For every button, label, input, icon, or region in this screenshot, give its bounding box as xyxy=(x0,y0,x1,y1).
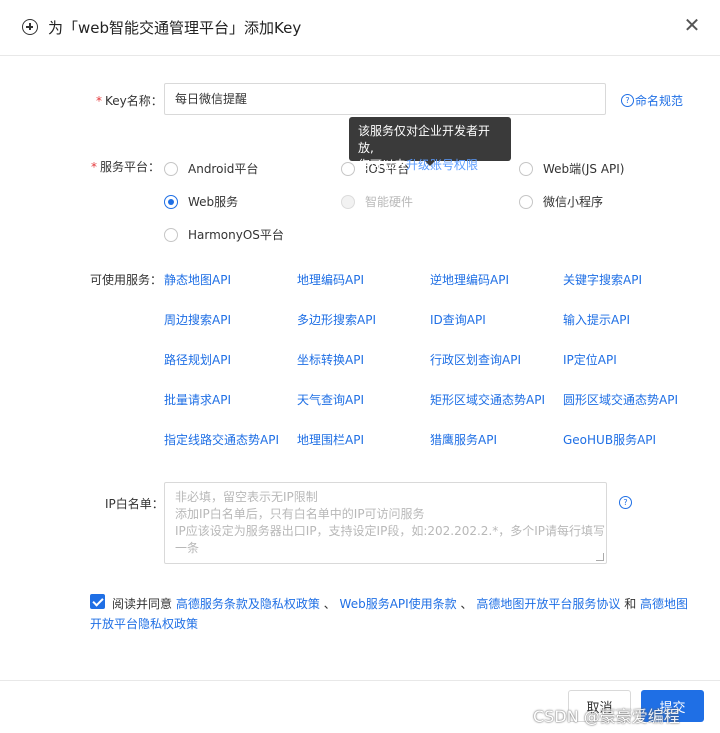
required-mark: * xyxy=(96,94,102,108)
radio-label: 微信小程序 xyxy=(543,195,604,209)
placeholder-line: 非必填，留空表示无IP限制 xyxy=(175,490,318,504)
services-label: 可使用服务： xyxy=(90,273,163,287)
service-link[interactable]: 静态地图API xyxy=(164,271,231,288)
agreement-text: 阅读并同意 高德服务条款及隐私权政策 、 Web服务API使用条款 、 高德地图… xyxy=(90,594,690,634)
radio-circle xyxy=(341,194,355,209)
upgrade-account-link[interactable]: 升级账号权限 xyxy=(406,158,478,172)
web-api-terms-link[interactable]: Web服务API使用条款 xyxy=(340,597,457,611)
service-link[interactable]: 路径规划API xyxy=(164,351,231,368)
platform-label-text: 服务平台： xyxy=(100,160,161,174)
radio-circle[interactable] xyxy=(519,161,533,176)
radio-web-js[interactable]: Web端(JS API) xyxy=(519,160,624,177)
service-link[interactable]: 逆地理编码API xyxy=(430,271,509,288)
watermark-text: CSDN @豪豪爱编程 xyxy=(533,707,680,726)
placeholder-line: 添加IP白名单后，只有白名单中的IP可访问服务 xyxy=(175,507,425,521)
tooltip-line1: 该服务仅对企业开发者开放, xyxy=(358,124,491,155)
separator: 、 xyxy=(323,597,336,611)
help-icon[interactable]: ? xyxy=(621,94,634,107)
help-icon[interactable]: ? xyxy=(619,496,632,509)
placeholder-line: IP应该设定为服务器出口IP，支持设定IP段，如:202.202.2.*，多个I… xyxy=(175,524,606,538)
radio-circle[interactable] xyxy=(164,227,178,242)
radio-label: HarmonyOS平台 xyxy=(188,228,284,242)
radio-web-service[interactable]: Web服务 xyxy=(164,193,238,210)
radio-wechat-miniprogram[interactable]: 微信小程序 xyxy=(519,193,603,210)
ip-whitelist-textarea[interactable]: 非必填，留空表示无IP限制 添加IP白名单后，只有白名单中的IP可访问服务 IP… xyxy=(164,482,607,564)
service-link[interactable]: 关键字搜索API xyxy=(563,271,642,288)
service-link[interactable]: 输入提示API xyxy=(563,311,630,328)
service-link[interactable]: 指定线路交通态势API xyxy=(164,431,279,448)
radio-harmonyos[interactable]: HarmonyOS平台 xyxy=(164,226,284,243)
resize-handle[interactable] xyxy=(596,553,604,561)
service-link[interactable]: 猎鹰服务API xyxy=(430,431,497,448)
service-link[interactable]: 坐标转换API xyxy=(297,351,364,368)
radio-label: Web端(JS API) xyxy=(543,162,625,176)
ip-whitelist-label: IP白名单： xyxy=(105,497,164,511)
service-link[interactable]: 批量请求API xyxy=(164,391,231,408)
agreement-prefix: 阅读并同意 xyxy=(112,597,173,611)
radio-label: 智能硬件 xyxy=(365,195,414,209)
key-name-label-text: Key名称： xyxy=(105,94,163,108)
service-link[interactable]: 周边搜索API xyxy=(164,311,231,328)
platform-service-agreement-link[interactable]: 高德地图开放平台服务协议 xyxy=(476,597,620,611)
radio-smart-hardware: 智能硬件 xyxy=(341,193,413,210)
service-link[interactable]: 矩形区域交通态势API xyxy=(430,391,545,408)
service-link[interactable]: 天气查询API xyxy=(297,391,364,408)
and-text: 和 xyxy=(624,597,637,611)
key-name-label: * Key名称： xyxy=(96,92,163,109)
radio-label: Android平台 xyxy=(188,162,259,176)
service-link[interactable]: GeoHUB服务API xyxy=(563,431,656,448)
separator: 、 xyxy=(460,597,473,611)
dialog-title: 为「web智能交通管理平台」添加Key xyxy=(48,19,302,37)
service-link[interactable]: ID查询API xyxy=(430,311,486,328)
radio-circle[interactable] xyxy=(341,161,355,176)
radio-label: Web服务 xyxy=(188,195,239,209)
key-name-input[interactable]: 每日微信提醒 xyxy=(164,83,606,115)
radio-circle[interactable] xyxy=(164,161,178,176)
add-circle-icon xyxy=(22,19,38,35)
radio-circle[interactable] xyxy=(519,194,533,209)
service-link[interactable]: 行政区划查询API xyxy=(430,351,521,368)
radio-circle[interactable] xyxy=(164,194,178,209)
tooltip-arrow xyxy=(425,161,435,166)
terms-privacy-link[interactable]: 高德服务条款及隐私权政策 xyxy=(176,597,320,611)
radio-android[interactable]: Android平台 xyxy=(164,160,258,177)
close-icon[interactable]: ✕ xyxy=(682,15,702,35)
platform-label: * 服务平台： xyxy=(91,158,160,175)
placeholder-line: 一条 xyxy=(175,541,200,555)
service-link[interactable]: IP定位API xyxy=(563,351,617,368)
enterprise-tooltip: 该服务仅对企业开发者开放, 您可以去升级账号权限 xyxy=(349,117,511,172)
service-link[interactable]: 圆形区域交通态势API xyxy=(563,391,678,408)
tooltip-line2-prefix: 您可以去 xyxy=(358,158,407,172)
service-link[interactable]: 多边形搜索API xyxy=(297,311,376,328)
required-mark: * xyxy=(91,160,97,174)
service-link[interactable]: 地理围栏API xyxy=(297,431,364,448)
service-link[interactable]: 地理编码API xyxy=(297,271,364,288)
dialog-header: 为「web智能交通管理平台」添加Key ✕ xyxy=(0,0,720,56)
naming-rules-link[interactable]: 命名规范 xyxy=(635,92,683,109)
